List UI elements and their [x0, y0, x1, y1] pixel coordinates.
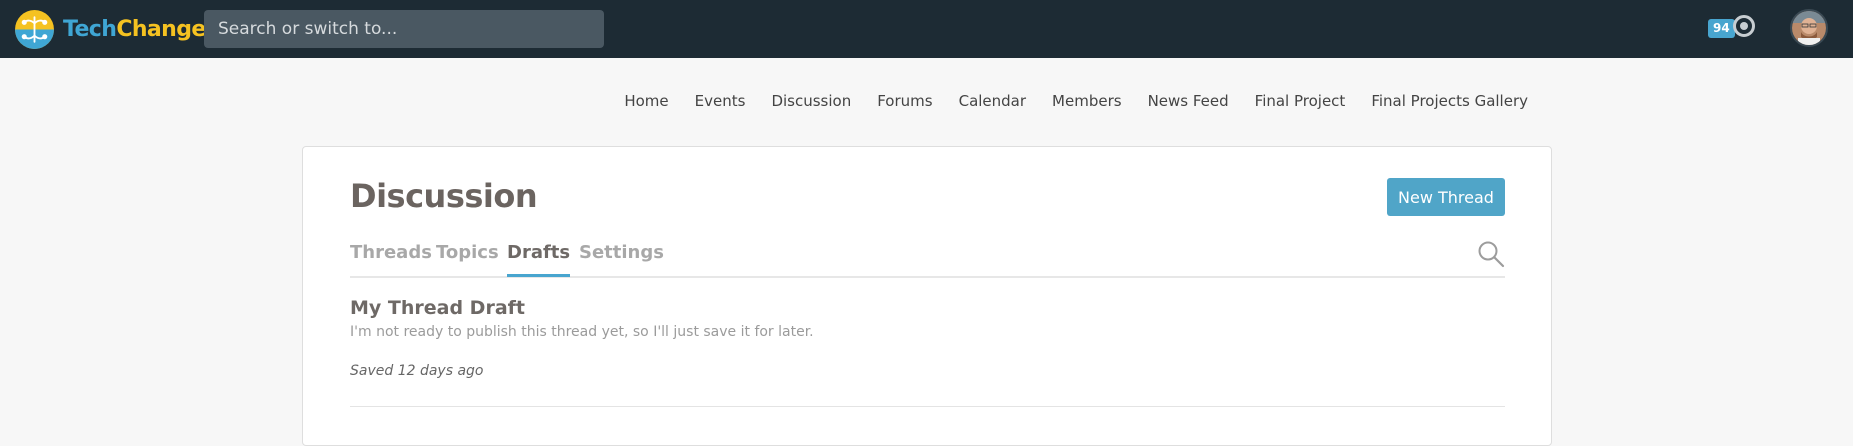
- nav-members[interactable]: Members: [1052, 92, 1122, 110]
- user-avatar[interactable]: [1790, 9, 1828, 47]
- brand-name-part2: Change: [116, 16, 206, 42]
- nav-forums[interactable]: Forums: [877, 92, 932, 110]
- draft-description: I'm not ready to publish this thread yet…: [350, 324, 814, 340]
- search-box[interactable]: [204, 10, 604, 48]
- page-title: Discussion: [350, 177, 538, 215]
- tab-settings[interactable]: Settings: [579, 242, 664, 269]
- nav-calendar[interactable]: Calendar: [959, 92, 1026, 110]
- tab-drafts[interactable]: Drafts: [507, 242, 571, 277]
- nav-home[interactable]: Home: [624, 92, 668, 110]
- tab-threads[interactable]: Threads: [350, 242, 432, 269]
- site-nav: Home Events Discussion Forums Calendar M…: [598, 92, 1528, 110]
- nav-discussion[interactable]: Discussion: [771, 92, 851, 110]
- techchange-logo-icon: [15, 9, 54, 49]
- nav-final-projects-gallery[interactable]: Final Projects Gallery: [1371, 92, 1528, 110]
- new-thread-button[interactable]: New Thread: [1387, 178, 1505, 216]
- nav-final-project[interactable]: Final Project: [1255, 92, 1346, 110]
- notification-count-badge: 94: [1708, 19, 1735, 38]
- search-icon[interactable]: [1477, 240, 1505, 268]
- divider: [350, 406, 1505, 407]
- draft-saved-time: Saved 12 days ago: [350, 363, 484, 379]
- brand-name: TechChange: [63, 17, 206, 42]
- search-input[interactable]: [216, 18, 592, 40]
- brand-name-part1: Tech: [63, 16, 117, 42]
- nav-news-feed[interactable]: News Feed: [1148, 92, 1229, 110]
- notification-icon: [1733, 15, 1755, 37]
- tab-topics[interactable]: Topics: [436, 242, 499, 269]
- discussion-tabs: Threads Topics Drafts Settings: [350, 240, 1505, 278]
- user-avatar-icon: [1792, 11, 1826, 45]
- nav-events[interactable]: Events: [695, 92, 746, 110]
- notifications-button[interactable]: 94: [1708, 14, 1756, 44]
- draft-title[interactable]: My Thread Draft: [350, 297, 525, 319]
- discussion-panel: Discussion New Thread Threads Topics Dra…: [302, 146, 1552, 446]
- top-bar: TechChange 94: [0, 0, 1853, 58]
- logo[interactable]: TechChange: [14, 6, 206, 52]
